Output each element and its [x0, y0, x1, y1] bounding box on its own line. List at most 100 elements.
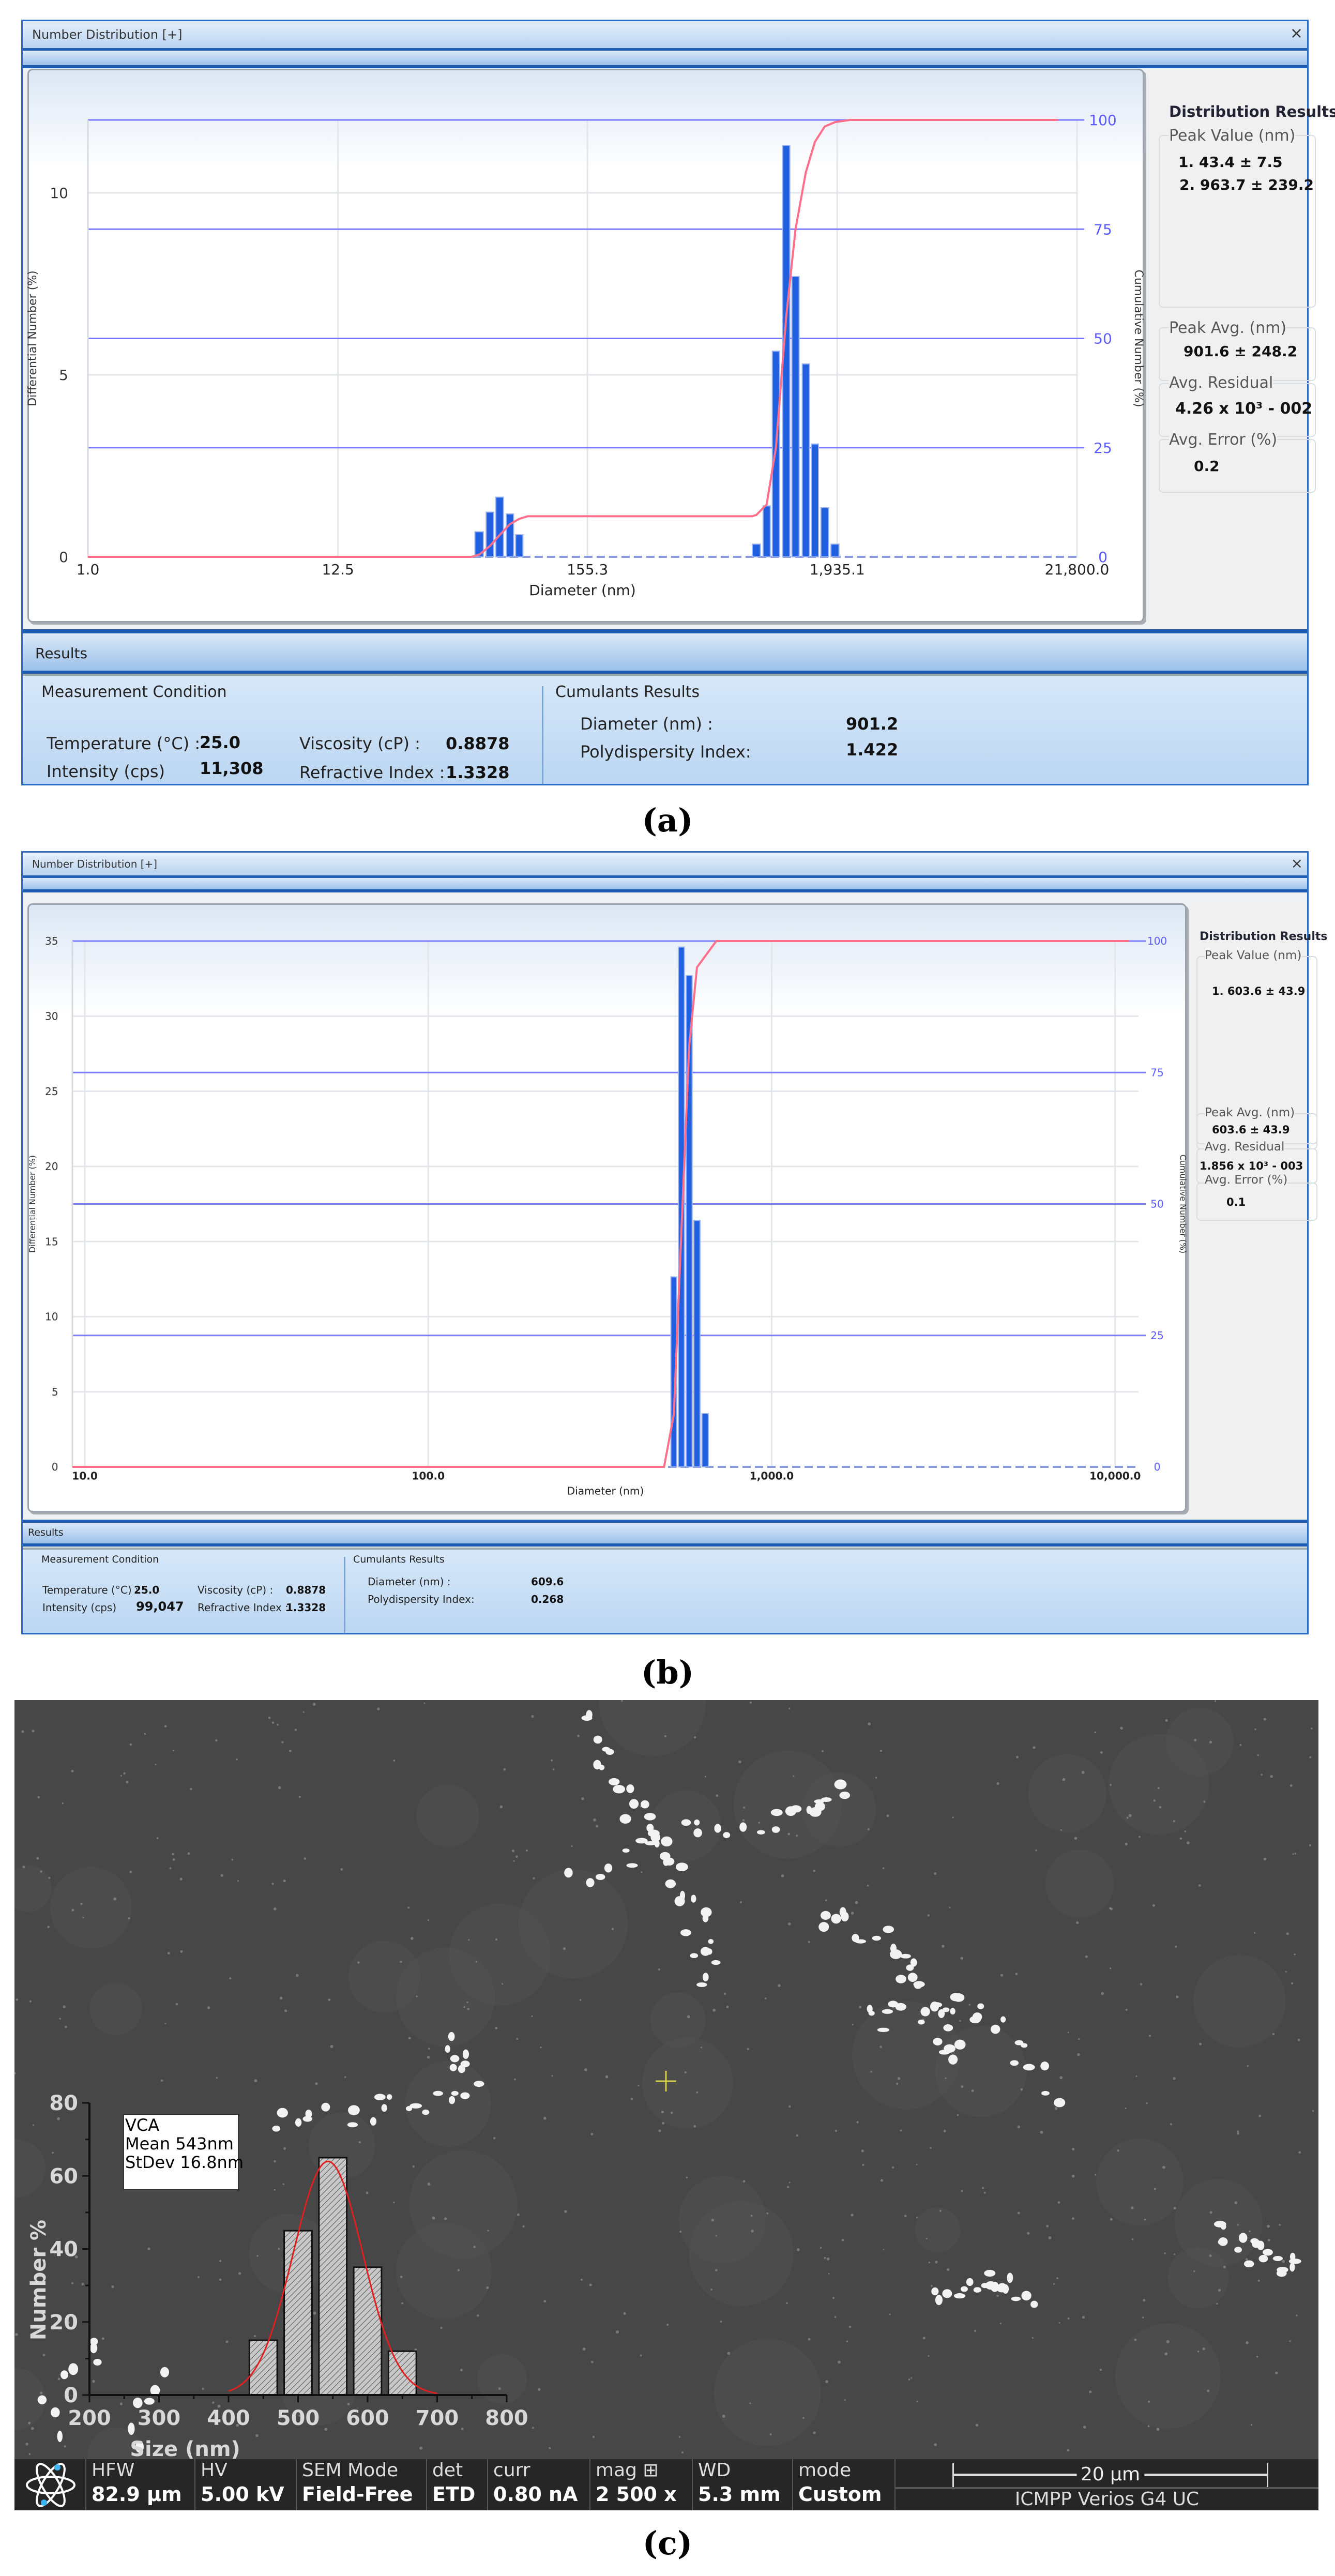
caption-c: (c) — [616, 2524, 719, 2562]
sem-speck — [1175, 1945, 1177, 1948]
sem-speck — [658, 2129, 661, 2132]
info-key: curr — [493, 2460, 530, 2481]
sem-speck — [498, 2387, 501, 2390]
sem-particle — [933, 2038, 943, 2045]
avg-error-value: 0.2 — [1194, 458, 1220, 475]
sem-particle — [1054, 2098, 1066, 2108]
sem-speck — [92, 2380, 95, 2383]
y2-tick-label: 75 — [1094, 221, 1112, 238]
sem-speck — [640, 2354, 642, 2357]
sem-particle — [347, 2122, 358, 2128]
sem-speck — [1282, 2260, 1285, 2263]
sem-particle — [918, 2019, 925, 2025]
x-tick-label: 12.5 — [322, 561, 354, 578]
dls-window-b: Number Distribution [+] × 10.0 100.0 1,000… — [21, 851, 1327, 1634]
sem-speck — [120, 1775, 123, 1777]
y2-tick-label: 25 — [1094, 440, 1112, 457]
x-tick-label: 1,935.1 — [810, 561, 865, 578]
sem-speck — [25, 2443, 28, 2446]
sem-speck — [1139, 1836, 1141, 1838]
sem-speck — [1033, 1746, 1036, 1749]
sem-speck — [236, 1758, 238, 1761]
cumulants-results-heading: Cumulants Results — [555, 683, 700, 701]
sem-texture — [1193, 1954, 1286, 2048]
sem-speck — [875, 1777, 877, 1779]
sem-particle — [613, 1784, 626, 1794]
sem-particle — [984, 2269, 996, 2277]
atom-icon — [26, 2463, 75, 2507]
sem-speck — [1164, 2352, 1168, 2356]
sem-speck — [428, 2048, 430, 2050]
sem-speck — [289, 1749, 292, 1752]
sem-speck — [1058, 2322, 1060, 2324]
avg-error-group — [1196, 1183, 1317, 1221]
sem-speck — [852, 2024, 854, 2026]
sem-particle — [593, 1735, 602, 1744]
sem-speck — [1053, 2283, 1055, 2285]
results-panel: Measurement Condition Temperature (°C) :… — [23, 1548, 1307, 1633]
sem-speck — [278, 1786, 281, 1790]
sem-particle — [665, 1879, 676, 1888]
y-tick-label: 30 — [45, 1010, 58, 1022]
x-tick-label: 500 — [277, 2406, 320, 2430]
sem-speck — [517, 2213, 520, 2216]
sem-speck — [765, 1997, 767, 1999]
sem-speck — [900, 2129, 902, 2132]
sem-particle — [474, 2081, 484, 2087]
temperature-value: 25.0 — [200, 733, 240, 752]
sem-speck — [825, 2380, 828, 2383]
sem-speck — [313, 2311, 316, 2315]
sem-texture — [1045, 1850, 1114, 1918]
sem-speck — [1083, 2426, 1086, 2429]
close-button[interactable]: × — [1290, 24, 1303, 42]
viscosity-label: Viscosity (cP) : — [299, 734, 420, 753]
distribution-bar — [791, 276, 800, 557]
sem-speck — [298, 1796, 301, 1798]
sem-speck — [582, 2347, 586, 2351]
sem-texture — [1096, 2138, 1184, 2226]
sem-speck — [630, 2098, 633, 2100]
sem-info-bar: HFW 82.9 µm HV 5.00 kV SEM Mode Field-Free det… — [14, 2459, 1318, 2510]
results-panel: Measurement Condition Temperature (°C) :… — [23, 674, 1307, 784]
sem-particle — [942, 2289, 952, 2298]
refractive-index-value: 1.3328 — [446, 763, 510, 782]
sem-speck — [281, 1741, 284, 1744]
sem-texture — [1167, 2247, 1229, 2309]
window-title-bar: Number Distribution [+] × — [23, 21, 1307, 51]
sem-speck — [590, 2132, 594, 2135]
sem-speck — [1020, 2088, 1023, 2091]
dls-window-a: Number Distribution [+] × 1.0 12.5 155.3 1,… — [21, 20, 1335, 785]
sem-particle — [609, 1778, 620, 1785]
sem-particle — [907, 1973, 918, 1982]
sem-speck — [825, 1899, 827, 1902]
sem-speck — [904, 2215, 907, 2218]
sem-particle — [460, 2060, 470, 2068]
close-button[interactable]: × — [1291, 855, 1303, 872]
sem-speck — [1263, 1718, 1266, 1721]
sem-particle — [990, 2024, 1000, 2034]
sem-speck — [1062, 1778, 1066, 1781]
distribution-results-panel: Distribution Results Peak Value (nm) 1. … — [1192, 903, 1327, 1519]
sem-texture — [935, 2026, 1027, 2117]
sem-speck — [273, 1907, 277, 1911]
x-tick-label: 400 — [207, 2406, 250, 2430]
sem-speck — [710, 2289, 713, 2291]
sem-speck — [742, 1819, 745, 1822]
sem-speck — [889, 2313, 891, 2315]
sem-speck — [859, 2006, 862, 2009]
sem-speck — [851, 2214, 854, 2217]
sem-speck — [129, 1870, 132, 1873]
legend-line: VCA — [125, 2115, 159, 2135]
histogram-bar — [318, 2157, 348, 2396]
sem-particle — [696, 1982, 707, 1987]
sem-particle — [708, 1938, 714, 1944]
pdi-value: 0.268 — [531, 1593, 564, 1605]
sem-speck — [101, 2337, 104, 2340]
sem-speck — [671, 2111, 673, 2114]
sem-texture — [50, 1867, 132, 1949]
sem-particle — [898, 2004, 906, 2010]
sem-speck — [592, 2436, 595, 2438]
sem-particle — [953, 2293, 966, 2299]
sem-speck — [255, 2434, 259, 2437]
sem-speck — [758, 1822, 761, 1824]
